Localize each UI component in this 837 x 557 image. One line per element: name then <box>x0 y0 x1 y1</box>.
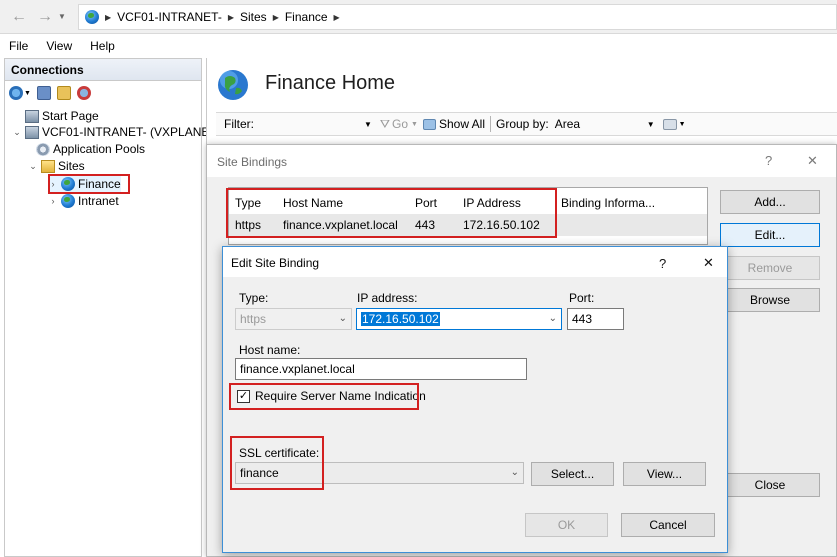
forward-arrow-icon[interactable]: → <box>34 7 56 27</box>
edit-button[interactable]: Edit... <box>720 223 820 247</box>
start-page-icon <box>25 109 39 123</box>
menu-view[interactable]: View <box>37 39 81 53</box>
filter-bar: Filter: ▼ ⛛ Go ▼ Show All Group by: Area… <box>216 112 837 136</box>
host-name-label: Host name: <box>239 343 301 357</box>
help-button[interactable]: ? <box>659 256 666 271</box>
remove-button[interactable]: Remove <box>720 256 820 280</box>
breadcrumb-separator-icon: ▶ <box>333 12 340 22</box>
edit-binding-title: Edit Site Binding <box>223 247 727 277</box>
host-name-field[interactable]: finance.vxplanet.local <box>235 358 527 380</box>
add-button[interactable]: Add... <box>720 190 820 214</box>
ip-address-value: 172.16.50.102 <box>361 312 440 326</box>
type-select[interactable]: https ⌄ <box>235 308 352 330</box>
port-field[interactable]: 443 <box>567 308 624 330</box>
tree-item-label: Sites <box>58 159 85 173</box>
port-label: Port: <box>569 291 595 305</box>
close-icon[interactable]: ✕ <box>807 153 818 169</box>
sites-folder-icon <box>41 159 55 173</box>
chevron-down-icon: ⌄ <box>548 313 557 324</box>
help-button[interactable]: ? <box>765 153 772 168</box>
type-label: Type: <box>239 291 269 305</box>
menu-help[interactable]: Help <box>81 39 124 53</box>
cancel-button[interactable]: Cancel <box>621 513 715 537</box>
browse-button[interactable]: Browse <box>720 288 820 312</box>
site-globe-icon <box>216 68 250 102</box>
breadcrumb-separator-icon: ▶ <box>227 12 234 22</box>
ip-address-label: IP address: <box>357 291 418 305</box>
tree-item-intranet[interactable]: › Intranet <box>48 193 119 209</box>
go-funnel-icon: ⛛ <box>379 116 391 131</box>
tree-item-label: Intranet <box>78 194 119 208</box>
application-pools-icon <box>36 142 50 156</box>
go-dropdown-icon[interactable]: ▼ <box>411 121 418 128</box>
tree-item-application-pools[interactable]: Application Pools <box>36 141 145 157</box>
chevron-down-icon[interactable]: ⌄ <box>28 158 38 174</box>
filter-dropdown-icon[interactable]: ▼ <box>364 120 372 129</box>
highlight-sni <box>229 383 419 410</box>
view-icon[interactable] <box>662 118 677 130</box>
tree-item-label: Start Page <box>42 109 99 123</box>
disconnect-icon[interactable] <box>76 86 91 100</box>
close-icon[interactable]: ✕ <box>703 255 714 271</box>
connections-toolbar: ▼ <box>5 81 201 105</box>
group-by-dropdown-icon[interactable]: ▼ <box>647 120 655 129</box>
show-all-icon <box>422 118 436 130</box>
chevron-down-icon: ⌄ <box>510 467 519 478</box>
ok-button[interactable]: OK <box>525 513 608 537</box>
breadcrumb-server[interactable]: VCF01-INTRANET- <box>117 10 222 24</box>
tree-item-start-page[interactable]: Start Page <box>12 108 99 124</box>
history-dropdown-icon[interactable]: ▼ <box>58 12 66 21</box>
site-bindings-title: Site Bindings <box>207 145 836 177</box>
up-folder-icon[interactable] <box>56 86 71 100</box>
column-header-binding-info[interactable]: Binding Informa... <box>561 192 655 214</box>
tree-item-server[interactable]: ⌄ VCF01-INTRANET- (VXPLANE <box>12 124 209 140</box>
tree-item-label: VCF01-INTRANET- (VXPLANE <box>42 125 210 139</box>
group-by-label: Group by: <box>496 117 549 131</box>
select-certificate-button[interactable]: Select... <box>531 462 614 486</box>
breadcrumb-finance[interactable]: Finance <box>285 10 328 24</box>
chevron-down-icon[interactable]: ⌄ <box>12 124 22 140</box>
tree-item-label: Application Pools <box>53 142 146 156</box>
menu-bar: File View Help <box>0 34 837 58</box>
back-arrow-icon[interactable]: ← <box>8 7 30 27</box>
show-all-button[interactable]: Show All <box>439 117 485 131</box>
menu-file[interactable]: File <box>0 39 37 53</box>
page-title: Finance Home <box>265 72 396 94</box>
chevron-right-icon[interactable]: › <box>48 193 58 209</box>
chevron-down-icon: ⌄ <box>338 313 347 324</box>
connections-title: Connections <box>5 59 201 81</box>
highlight-binding-row <box>226 188 557 238</box>
highlight-ssl-certificate <box>230 436 324 490</box>
breadcrumb-separator-icon: ▶ <box>105 12 112 22</box>
highlight-finance <box>48 174 130 194</box>
ip-address-select[interactable]: 172.16.50.102 ⌄ <box>356 308 562 330</box>
globe-icon <box>85 10 99 24</box>
view-certificate-button[interactable]: View... <box>623 462 706 486</box>
connect-icon[interactable] <box>9 86 23 100</box>
breadcrumb-sites[interactable]: Sites <box>240 10 267 24</box>
globe-icon <box>61 194 75 208</box>
connect-dropdown-icon[interactable]: ▼ <box>24 90 31 97</box>
go-button[interactable]: Go <box>392 117 408 131</box>
breadcrumb-separator-icon: ▶ <box>272 12 279 22</box>
close-button[interactable]: Close <box>720 473 820 497</box>
save-icon[interactable] <box>36 86 51 100</box>
type-value: https <box>240 312 267 326</box>
breadcrumb[interactable]: ▶ VCF01-INTRANET- ▶ Sites ▶ Finance ▶ <box>78 4 837 30</box>
server-icon <box>25 125 39 139</box>
group-by-select[interactable]: Area <box>555 117 647 131</box>
address-bar: ← → ▼ ▶ VCF01-INTRANET- ▶ Sites ▶ Financ… <box>0 0 837 34</box>
view-dropdown-icon[interactable]: ▼ <box>679 121 686 128</box>
filter-label: Filter: <box>224 117 254 131</box>
tree-item-sites[interactable]: ⌄ Sites <box>28 158 85 174</box>
